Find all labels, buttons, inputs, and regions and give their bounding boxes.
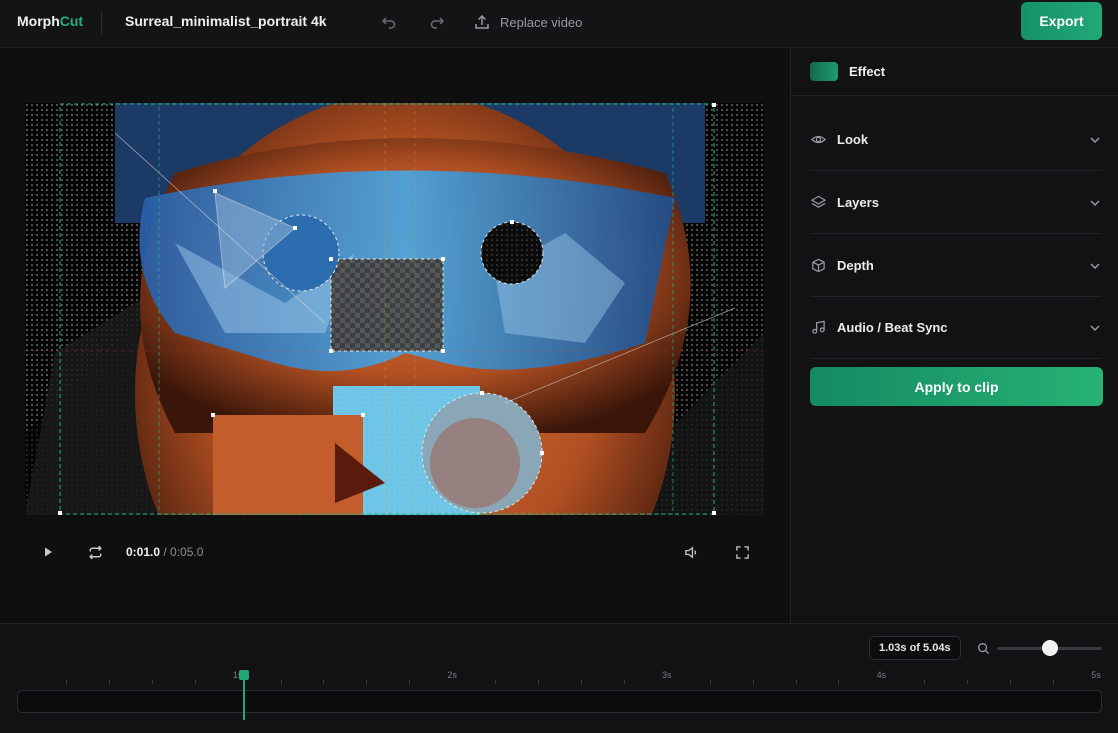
search-icon [976,641,990,655]
cube-icon [810,258,826,274]
video-frame-image [25,103,764,515]
ruler-tick [1010,680,1012,684]
ruler-tick [495,680,497,684]
replace-video-button[interactable]: Replace video [474,11,582,33]
replace-video-label: Replace video [500,14,583,30]
ruler-tick [1053,680,1055,684]
ruler-tick [967,680,969,684]
player-controls: 0:01.0 / 0:05.0 [0,536,790,568]
effect-swatch [810,62,838,81]
project-title[interactable]: Surreal_minimalist_portrait 4k [125,13,327,29]
layers-icon [810,195,826,211]
export-button[interactable]: Export [1021,2,1102,40]
time-ruler[interactable]: 1s 2s 3s 4s 5s [17,668,1102,688]
volume-icon[interactable] [681,542,701,562]
ruler-tick [323,680,325,684]
ruler-tick [623,680,625,684]
section-label: Look [837,132,869,147]
total-time: 0:05.0 [170,545,204,559]
zoom-slider-thumb[interactable] [1041,640,1058,656]
ruler-tick [151,680,153,684]
current-time: 0:01.0 [126,545,161,559]
undo-icon[interactable] [378,11,400,33]
ruler-tick [538,680,540,684]
ruler-tick [65,680,67,684]
top-bar: MorphCut Surreal_minimalist_portrait 4k … [0,0,1118,48]
section-audio-beat-sync[interactable]: Audio / Beat Sync [810,297,1102,359]
ruler-tick [709,680,711,684]
title-divider [101,12,102,34]
music-icon [810,320,826,336]
ruler-tick-label: 5s [1091,670,1101,680]
ruler-tick [366,680,368,684]
panel-header: Effect [791,48,1118,96]
ruler-tick [194,680,196,684]
ruler-tick [580,680,582,684]
section-look[interactable]: Look [810,109,1102,171]
time-separator: / [160,545,171,559]
video-preview[interactable] [25,103,764,515]
redo-icon[interactable] [426,11,448,33]
fullscreen-icon[interactable] [732,542,752,562]
ruler-tick-label: 4s [876,670,887,680]
panel-title: Effect [849,64,886,79]
chevron-down-icon [1088,196,1102,210]
eye-icon [810,132,826,148]
ruler-tick-label: 3s [662,670,672,680]
app-logo: MorphCut [17,13,83,29]
playhead-handle[interactable] [239,670,250,680]
effect-panel: Effect Look Layers Depth Audio / Beat Sy [790,48,1118,623]
chevron-down-icon [1088,321,1102,335]
chevron-down-icon [1088,133,1102,147]
chevron-down-icon [1088,259,1102,273]
ruler-tick [108,680,110,684]
section-depth[interactable]: Depth [810,235,1102,297]
ruler-tick [280,680,282,684]
clip-track[interactable] [17,690,1102,713]
ruler-tick [752,680,754,684]
apply-to-clip-button[interactable]: Apply to clip [810,367,1103,406]
section-label: Depth [837,258,874,273]
section-label: Layers [837,195,879,210]
ruler-tick [924,680,926,684]
ruler-tick [838,680,840,684]
play-icon[interactable] [38,542,58,562]
playhead[interactable] [243,674,246,720]
logo-main: Morph [17,13,60,29]
timecode: 0:01.0 / 0:05.0 [126,545,203,559]
timeline: 1.03s of 5.04s 1s 2s 3s 4s 5s [0,623,1118,733]
ruler-tick-label: 2s [447,670,457,680]
section-label: Audio / Beat Sync [837,320,948,335]
position-badge: 1.03s of 5.04s [869,636,961,660]
logo-accent: Cut [59,13,84,29]
ruler-tick [409,680,411,684]
upload-icon [474,14,490,30]
preview-area: 0:01.0 / 0:05.0 [0,48,790,623]
ruler-tick [795,680,797,684]
loop-icon[interactable] [85,542,105,562]
section-layers[interactable]: Layers [810,172,1102,234]
